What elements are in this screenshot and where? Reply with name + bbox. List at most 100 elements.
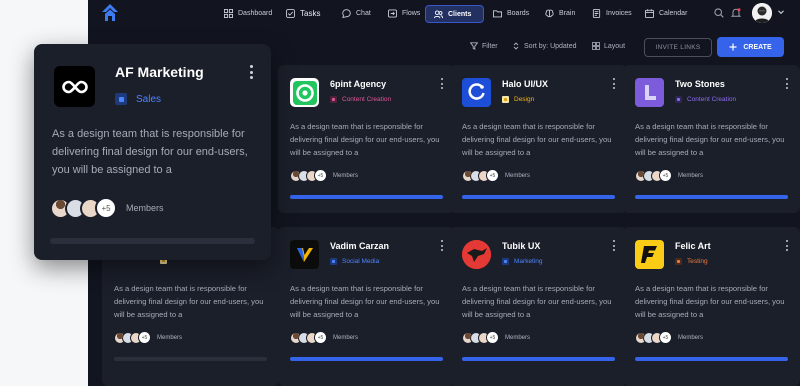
more-options-icon[interactable] bbox=[785, 78, 788, 89]
client-name: Two Stones bbox=[675, 79, 725, 89]
client-logo bbox=[54, 66, 95, 107]
client-tag: Marketing bbox=[502, 258, 543, 265]
members-group[interactable]: +5 Members bbox=[114, 331, 182, 344]
nav-boards[interactable]: Boards bbox=[493, 4, 529, 23]
members-more-count: +5 bbox=[659, 331, 672, 344]
members-label: Members bbox=[505, 172, 531, 179]
tag-icon bbox=[330, 96, 337, 103]
featured-client-card[interactable]: AF Marketing Sales As a design team that… bbox=[34, 44, 271, 260]
progress-bar bbox=[50, 238, 255, 244]
filter-icon bbox=[470, 42, 478, 50]
client-name: Vadim Carzan bbox=[330, 241, 390, 251]
create-button[interactable]: CREATE bbox=[717, 37, 784, 57]
layout-label: Layout bbox=[604, 42, 626, 50]
members-group[interactable]: +5 Members bbox=[635, 169, 703, 182]
progress-bar bbox=[635, 357, 788, 361]
nav-label: Chat bbox=[356, 10, 371, 17]
nav-chat[interactable]: Chat bbox=[342, 4, 371, 23]
members-more-count: +5 bbox=[314, 331, 327, 344]
members-label: Members bbox=[157, 334, 183, 341]
members-more-count: +5 bbox=[486, 331, 499, 344]
nav-label: Tasks bbox=[300, 9, 321, 18]
progress-bar bbox=[462, 195, 615, 199]
client-card[interactable]: Tubik UX Marketing As a design team that… bbox=[450, 227, 627, 386]
members-more-count: +5 bbox=[95, 197, 117, 219]
invite-links-button[interactable]: INVITE LINKS bbox=[644, 38, 712, 57]
client-card[interactable]: Vadim Carzan Social Media As a design te… bbox=[278, 227, 455, 386]
client-description: As a design team that is responsible for… bbox=[52, 128, 248, 176]
felic-logo-icon bbox=[635, 240, 664, 269]
filter-button[interactable]: Filter bbox=[470, 42, 498, 50]
bell-icon[interactable] bbox=[731, 8, 741, 18]
client-name: 6pint Agency bbox=[330, 79, 387, 89]
nav-label: Brain bbox=[559, 10, 576, 17]
app-logo[interactable] bbox=[102, 4, 118, 21]
client-name: AF Marketing bbox=[115, 64, 204, 80]
nav-tasks[interactable]: Tasks bbox=[286, 4, 320, 23]
client-card[interactable]: Felic Art Testing As a design team that … bbox=[623, 227, 800, 386]
two-stones-logo-icon bbox=[635, 78, 664, 107]
client-card[interactable]: 6pint Agency Content Creation As a desig… bbox=[278, 65, 455, 213]
nav-invoices[interactable]: Invoices bbox=[592, 4, 632, 23]
nav-calendar[interactable]: Calendar bbox=[645, 4, 687, 23]
client-description: As a design team that is responsible for… bbox=[114, 284, 264, 319]
nav-dashboard[interactable]: Dashboard bbox=[224, 4, 272, 23]
members-more-count: +5 bbox=[486, 169, 499, 182]
nav-flows[interactable]: Flows bbox=[388, 4, 420, 23]
sort-label: Sort by: Updated bbox=[524, 42, 577, 50]
client-logo bbox=[635, 240, 664, 269]
nav-label: Invoices bbox=[606, 10, 632, 17]
tag-label: Content Creation bbox=[687, 96, 737, 103]
tag-icon bbox=[502, 96, 509, 103]
sort-dropdown[interactable]: Sort by: Updated bbox=[512, 42, 577, 50]
client-name: Tubik UX bbox=[502, 241, 541, 251]
members-group[interactable]: +5 Members bbox=[290, 331, 358, 344]
more-options-icon[interactable] bbox=[440, 78, 443, 89]
layout-button[interactable]: Layout bbox=[592, 42, 625, 50]
members-group[interactable]: +5 Members bbox=[462, 169, 530, 182]
client-description: As a design team that is responsible for… bbox=[290, 122, 440, 157]
search-icon[interactable] bbox=[714, 8, 724, 18]
members-label: Members bbox=[505, 334, 531, 341]
more-options-icon[interactable] bbox=[785, 240, 788, 251]
create-label: CREATE bbox=[743, 43, 772, 51]
nav-brain[interactable]: Brain bbox=[545, 4, 575, 23]
plus-icon bbox=[729, 43, 737, 51]
members-label: Members bbox=[126, 203, 164, 213]
nav-clients[interactable]: Clients bbox=[425, 5, 484, 23]
members-group[interactable]: +5 Members bbox=[50, 197, 164, 219]
more-options-icon[interactable] bbox=[249, 65, 253, 79]
calendar-icon bbox=[645, 9, 654, 18]
client-tag: Testing bbox=[675, 258, 708, 265]
more-options-icon[interactable] bbox=[612, 78, 615, 89]
client-logo bbox=[290, 240, 319, 269]
chevron-down-icon[interactable] bbox=[777, 8, 785, 16]
more-options-icon[interactable] bbox=[440, 240, 443, 251]
more-options-icon[interactable] bbox=[612, 240, 615, 251]
progress-bar bbox=[635, 195, 788, 199]
progress-bar bbox=[290, 357, 443, 361]
top-nav: Dashboard Tasks Chat Flows Clients Board… bbox=[88, 0, 800, 28]
client-logo bbox=[635, 78, 664, 107]
client-name: Felic Art bbox=[675, 241, 711, 251]
user-avatar[interactable] bbox=[752, 3, 772, 23]
nav-label: Dashboard bbox=[238, 10, 273, 17]
tag-icon bbox=[330, 258, 337, 265]
client-card[interactable]: Two Stones Content Creation As a design … bbox=[623, 65, 800, 213]
members-group[interactable]: +5 Members bbox=[290, 169, 358, 182]
members-group[interactable]: +5 Members bbox=[462, 331, 530, 344]
members-more-count: +5 bbox=[659, 169, 672, 182]
client-tag: Social Media bbox=[330, 258, 379, 265]
nav-label: Flows bbox=[402, 10, 421, 17]
6pint-logo-icon bbox=[292, 80, 317, 105]
client-description: As a design team that is responsible for… bbox=[462, 122, 612, 157]
client-tag: Content Creation bbox=[675, 96, 736, 103]
layout-grid-icon bbox=[592, 42, 600, 50]
client-tag: Sales bbox=[115, 93, 161, 105]
nav-label: Clients bbox=[448, 10, 472, 18]
tag-label: Content Creation bbox=[342, 96, 392, 103]
chat-icon bbox=[342, 9, 351, 18]
client-card[interactable]: Halo UI/UX Design As a design team that … bbox=[450, 65, 627, 213]
members-group[interactable]: +5 Members bbox=[635, 331, 703, 344]
tag-icon bbox=[502, 258, 509, 265]
